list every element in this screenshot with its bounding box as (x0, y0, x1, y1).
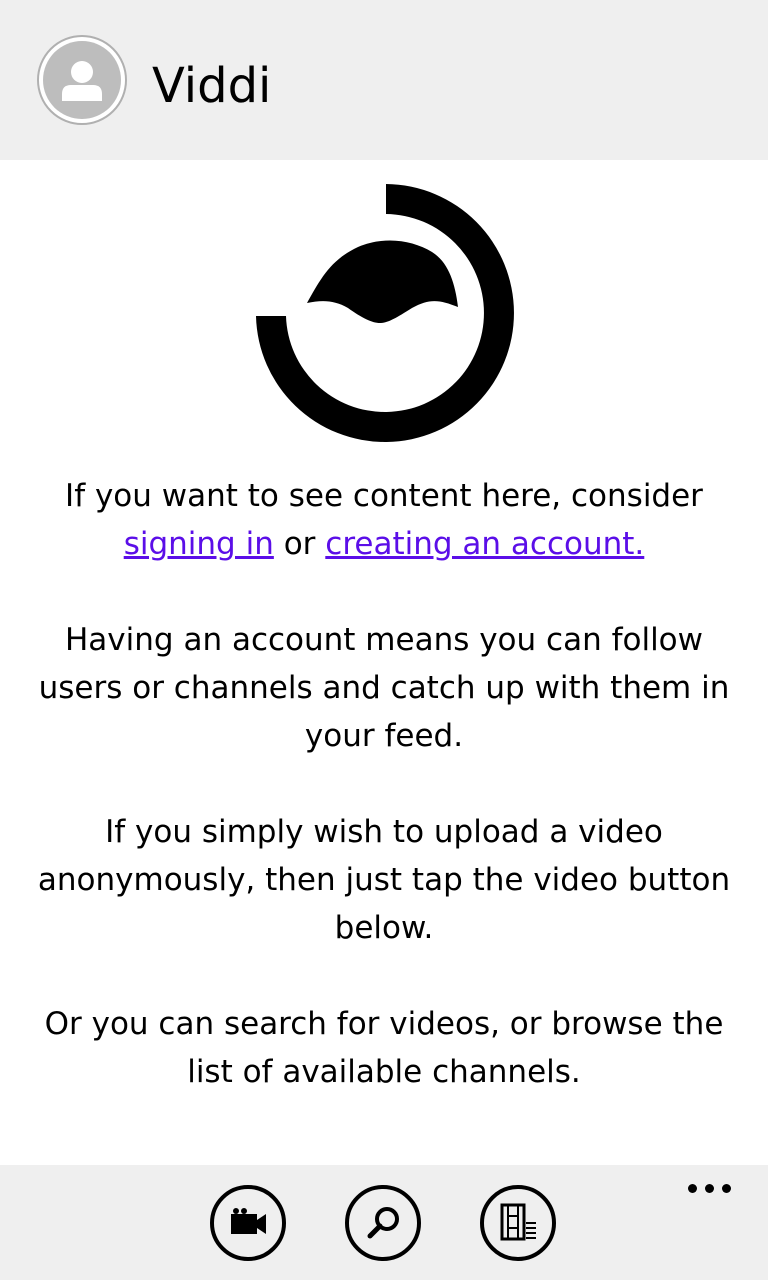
search-button[interactable] (345, 1185, 421, 1261)
search-icon (367, 1207, 399, 1239)
user-avatar[interactable] (37, 35, 127, 125)
user-icon (43, 41, 121, 119)
anonymous-upload-text: If you simply wish to upload a video ano… (37, 814, 731, 946)
sign-in-prompt: If you want to see content here, conside… (24, 472, 744, 568)
browse-text: Or you can search for videos, or browse … (44, 1006, 724, 1090)
sign-in-link[interactable]: signing in (124, 526, 274, 562)
channels-film-icon (500, 1203, 536, 1241)
channels-button[interactable] (480, 1185, 556, 1261)
empty-feed-message: If you want to see content here, conside… (24, 472, 744, 1144)
account-benefit-text: Having an account means you can follow u… (38, 622, 730, 754)
intro-text: If you want to see content here, conside… (65, 478, 703, 514)
header: Viddi (0, 0, 768, 160)
app-title: Viddi (152, 58, 272, 114)
or-text: or (283, 526, 316, 562)
viddi-logo (256, 184, 514, 442)
video-camera-icon (231, 1208, 266, 1234)
more-ellipsis-icon[interactable] (685, 1174, 735, 1204)
video-record-button[interactable] (210, 1185, 286, 1261)
app-bar (0, 1165, 768, 1280)
create-account-link[interactable]: creating an account. (325, 526, 644, 562)
app-root: Viddi If you want to see content here, c… (0, 0, 768, 1280)
